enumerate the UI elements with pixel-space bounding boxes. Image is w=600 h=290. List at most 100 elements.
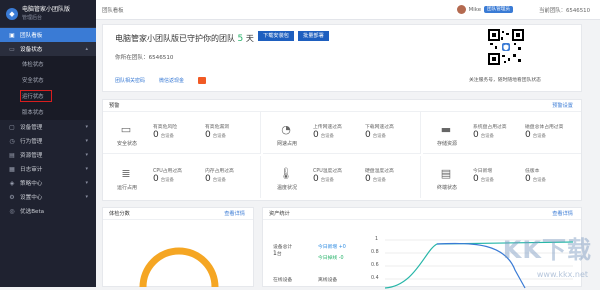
policy-icon: ◈ <box>9 179 15 187</box>
stat-unit: 台设备 <box>480 178 494 183</box>
thermometer-icon: 🌡 <box>279 166 293 180</box>
score-title: 体检分数 <box>109 211 130 217</box>
alarm-cell-terminal[interactable]: ▤ 终端状态 今日新增 0 台设备 低版本 0 台设备 <box>423 156 581 198</box>
alarm-cell-storage[interactable]: ▬ 存储资源 系统盘占用过高 0 台设备 磁盘总体占用过高 0 台设备 <box>423 112 581 154</box>
stat-unit: 台设备 <box>532 134 546 139</box>
chevron-down-icon: ▾ <box>85 152 88 158</box>
sidebar-subitem-label: 安全状态 <box>22 78 44 84</box>
watermark-url: www.kkx.net <box>536 270 588 279</box>
qr-caption: 关注服务号，随时随地看团队状态 <box>469 78 541 83</box>
stat-value: 0 <box>365 174 371 184</box>
avatar[interactable] <box>456 5 466 14</box>
stat-name: 今日新增 <box>473 169 493 174</box>
alarm-cell-temperature[interactable]: 🌡 温度状况 CPU温度过高 0 台设备 硬盘温度过高 0 台设备 <box>263 156 421 198</box>
chevron-down-icon: ▾ <box>85 138 88 144</box>
stat-value: 0 <box>205 130 211 140</box>
stat-unit: 台设备 <box>160 178 174 183</box>
stat-unit: 台设备 <box>212 178 226 183</box>
sidebar: ◆ 电脑管家小团队版 管理后台 ▣ 团队看板 ▭ 设备状态 ▴ 体检状态 安全状… <box>0 0 96 287</box>
stat-value: 0 <box>313 174 319 184</box>
beta-icon: ◎ <box>9 207 15 215</box>
y-tick: 1 <box>375 237 379 242</box>
user-name[interactable]: Mike <box>469 7 481 13</box>
cpu-icon: ≣ <box>121 166 131 180</box>
sidebar-subitem-running[interactable]: 运行状态 <box>0 88 96 104</box>
sidebar-item-settings[interactable]: ⚙ 设置中心 ▾ <box>0 190 96 204</box>
team-id-text: 你所在团队：6546510 <box>115 55 174 61</box>
sidebar-item-device-status[interactable]: ▭ 设备状态 ▴ <box>0 42 96 56</box>
sidebar-item-behavior[interactable]: ◷ 行为管理 ▾ <box>0 134 96 148</box>
sidebar-subitem-security[interactable]: 安全状态 <box>0 72 96 88</box>
gift-icon[interactable] <box>198 77 207 84</box>
chevron-down-icon: ▾ <box>85 180 88 186</box>
sidebar-item-label: 设置中心 <box>20 195 43 201</box>
stat-name: 下载网速过高 <box>365 125 394 130</box>
behavior-icon: ◷ <box>9 137 15 145</box>
y-tick: 0.4 <box>371 276 379 281</box>
top-bar: 团队看板 Mike 团队管理员 当前团队：6546510 <box>96 0 600 20</box>
stat-value: 0 <box>205 174 211 184</box>
alarm-cell-network[interactable]: ◔ 网速占用 上传网速过高 0 台设备 下载网速过高 0 台设备 <box>263 112 421 154</box>
stat-name: 内存占用过高 <box>205 169 234 174</box>
sidebar-item-label: 团队看板 <box>20 33 43 39</box>
alarm-settings-link[interactable]: 预警设置 <box>552 102 573 109</box>
watermark-logo: KK下载 <box>502 236 592 264</box>
app-title: 电脑管家小团队版 <box>22 5 71 13</box>
sidebar-item-label: 优选Beta <box>20 209 45 215</box>
stat-value: 0 <box>473 130 479 140</box>
online-label: 在线设备 <box>273 278 293 283</box>
terminal-icon: ▤ <box>440 166 452 180</box>
today-new: 今日新增 +0 <box>318 245 346 250</box>
current-team-id: 当前团队：6546510 <box>539 7 590 14</box>
score-detail-link[interactable]: 查看详情 <box>224 210 245 217</box>
alarm-cell-security[interactable]: ▭ 安全状态 有高危风险 0 台设备 有高危漏洞 0 台设备 <box>103 112 261 154</box>
chevron-down-icon: ▾ <box>85 166 88 172</box>
sidebar-item-log[interactable]: ▦ 日志审计 ▾ <box>0 162 96 176</box>
stat-value: 0 <box>153 174 159 184</box>
stat-value: 0 <box>313 130 319 140</box>
assets-detail-link[interactable]: 查看详情 <box>552 210 573 217</box>
stat-unit: 台设备 <box>320 134 334 139</box>
score-gauge <box>139 247 219 287</box>
stat-unit: 台设备 <box>320 178 334 183</box>
offline-label: 离线设备 <box>318 278 338 283</box>
download-installer-button[interactable]: 下载安装包 <box>258 31 294 41</box>
chevron-down-icon: ▾ <box>85 194 88 200</box>
y-tick: 0.6 <box>371 263 379 268</box>
sidebar-subitem-checkup[interactable]: 体检状态 <box>0 56 96 72</box>
app-subtitle: 管理后台 <box>22 14 43 21</box>
stat-unit: 台设备 <box>372 134 386 139</box>
sidebar-item-device-manage[interactable]: ▢ 设备管理 ▾ <box>0 120 96 134</box>
alarm-cell-label: 温度状况 <box>276 185 297 191</box>
stat-name: 上传网速过高 <box>313 125 342 130</box>
sidebar-subitem-version[interactable]: 版本状态 <box>0 104 96 120</box>
y-tick: 0.8 <box>371 250 379 255</box>
team-password-link[interactable]: 团队相关密码 <box>115 77 145 84</box>
alarm-cell-running[interactable]: ≣ 运行占用 CPU占用过高 0 台设备 内存占用过高 0 台设备 <box>103 156 261 198</box>
app-logo: ◆ 电脑管家小团队版 管理后台 <box>0 0 96 28</box>
role-badge: 团队管理员 <box>484 6 514 13</box>
alarm-cell-label: 运行占用 <box>116 185 137 191</box>
stat-name: 有高危漏洞 <box>205 125 229 130</box>
sidebar-item-resource[interactable]: ▤ 资源管理 ▾ <box>0 148 96 162</box>
today-drop: 今日掉线 -0 <box>318 256 344 261</box>
dashboard-icon: ▣ <box>9 31 15 39</box>
batch-deploy-button[interactable]: 批量部署 <box>298 31 329 41</box>
settings-icon: ⚙ <box>9 193 15 201</box>
stat-name: 低版本 <box>525 169 540 174</box>
sidebar-item-label: 设备管理 <box>20 125 43 131</box>
sidebar-item-dashboard[interactable]: ▣ 团队看板 <box>0 28 96 42</box>
sidebar-item-policy[interactable]: ◈ 策略中心 ▾ <box>0 176 96 190</box>
sidebar-item-label: 行为管理 <box>20 139 43 145</box>
stat-unit: 台设备 <box>532 178 546 183</box>
disk-icon: ▬ <box>440 122 452 136</box>
log-icon: ▦ <box>9 165 15 173</box>
sidebar-subitem-label: 版本状态 <box>22 110 44 116</box>
hero-card: 电脑管家小团队版已守护你的团队 5 天 下载安装包 批量部署 你所在团队：654… <box>102 24 582 92</box>
qr-code <box>488 29 524 65</box>
wechat-cashback-link[interactable]: 微信返现金 <box>159 77 184 84</box>
sidebar-item-beta[interactable]: ◎ 优选Beta <box>0 204 96 218</box>
stat-unit: 台设备 <box>160 134 174 139</box>
sidebar-item-label: 资源管理 <box>20 153 43 159</box>
chevron-up-icon: ▴ <box>85 46 88 52</box>
